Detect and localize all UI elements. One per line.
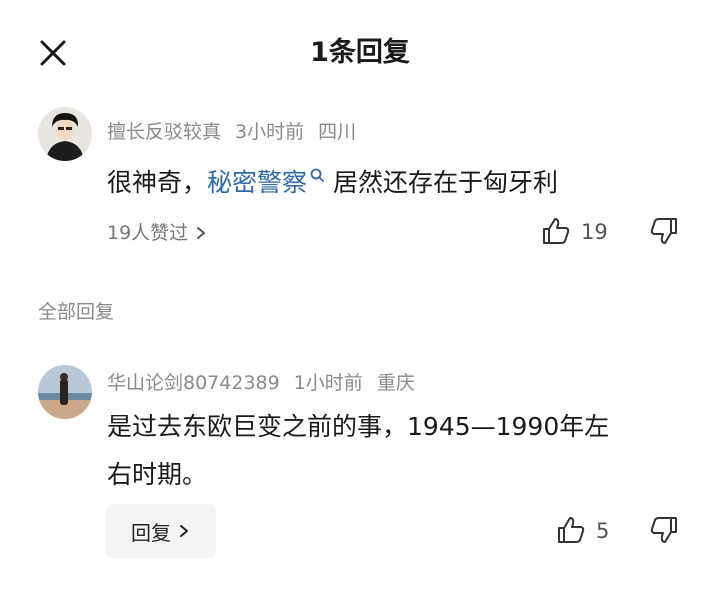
reply-text-line-2: 右时期。	[107, 460, 208, 489]
like-count: 19	[581, 220, 608, 244]
like-button[interactable]	[540, 215, 572, 247]
page-title: 1条回复	[310, 37, 410, 68]
likes-summary-link[interactable]: 19人赞过	[107, 219, 208, 247]
likes-summary: 19人赞过	[107, 222, 189, 244]
chevron-right-icon	[197, 227, 206, 239]
thumbs-up-icon	[543, 218, 570, 244]
comment-text-after: 居然还存在于匈牙利	[325, 168, 558, 197]
section-label: 全部回复	[38, 301, 115, 323]
user-avatar-image	[38, 107, 92, 161]
like-count: 5	[596, 519, 610, 543]
thumbs-down-icon	[650, 218, 677, 244]
search-icon	[310, 168, 324, 182]
comment-text: 很神奇，秘密警察 居然还存在于匈牙利	[107, 161, 558, 205]
user-avatar-image	[38, 365, 92, 419]
reply-text-line-1: 是过去东欧巨变之前的事，1945—1990年左	[107, 412, 610, 441]
timestamp: 1小时前	[293, 372, 363, 394]
like-button[interactable]	[555, 514, 587, 546]
comment-meta: 擅长反驳较真 3小时前 四川	[107, 118, 370, 146]
dislike-button[interactable]	[648, 215, 680, 247]
username[interactable]: 擅长反驳较真	[107, 121, 221, 143]
search-link-label[interactable]: 秘密警察	[207, 168, 307, 197]
reply-meta: 华山论剑80742389 1小时前 重庆	[107, 369, 429, 397]
chevron-right-icon	[180, 525, 188, 537]
avatar[interactable]	[38, 107, 92, 161]
search-link[interactable]: 秘密警察	[207, 168, 325, 197]
timestamp: 3小时前	[235, 121, 305, 143]
reply-button[interactable]: 回复	[106, 504, 216, 558]
reply-button-label: 回复	[131, 520, 171, 545]
thumbs-up-icon	[558, 517, 585, 543]
location: 重庆	[376, 372, 415, 394]
dislike-button[interactable]	[648, 514, 680, 546]
reply-avatar[interactable]	[38, 365, 92, 419]
username[interactable]: 华山论剑80742389	[107, 372, 280, 394]
comment-text-before: 很神奇，	[107, 168, 208, 197]
thumbs-down-icon	[650, 517, 677, 543]
location: 四川	[318, 121, 357, 143]
